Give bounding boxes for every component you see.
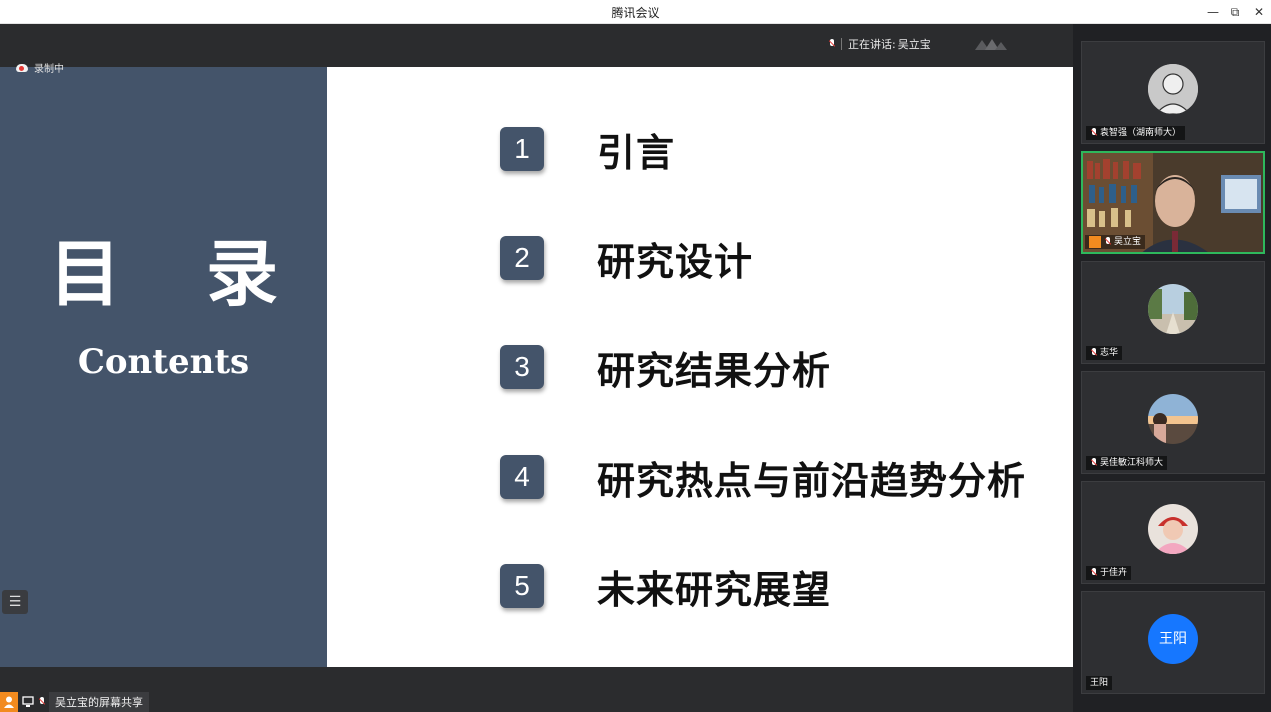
participant-name: 志华 [1100, 348, 1119, 358]
host-user-icon [0, 692, 18, 712]
participant-tile[interactable]: 于佳卉 [1081, 481, 1265, 584]
toc-label: 引言 [597, 130, 676, 175]
toc-item: 2 研究设计 [500, 234, 753, 284]
minimize-icon[interactable]: — [1204, 3, 1222, 21]
shared-slide: 目 录 Contents 1 引言 2 研究设计 3 研究结果分析 4 研究热点… [0, 67, 1073, 667]
mic-icon [1104, 237, 1111, 247]
cloud-record-icon [16, 63, 28, 72]
slide-sidebar: 目 录 Contents [0, 67, 327, 667]
mic-muted-icon [1090, 128, 1097, 138]
participant-name-tag: 于佳卉 [1086, 566, 1132, 580]
participant-name: 袁智强（湖南师大） [1100, 128, 1182, 138]
toc-label: 研究热点与前沿趋势分析 [597, 458, 1027, 503]
recording-indicator[interactable]: 录制中 [16, 60, 64, 75]
share-label: 吴立宝的屏幕共享 [49, 692, 149, 712]
list-menu-icon[interactable]: ☰ [2, 590, 28, 614]
initials-avatar: 王阳 [1148, 614, 1198, 664]
pink-photo-avatar [1148, 504, 1198, 554]
toc-number: 1 [500, 127, 544, 171]
toc-item: 5 未来研究展望 [500, 562, 831, 612]
slide-subtitle: Contents [77, 342, 250, 382]
toc-number: 4 [500, 455, 544, 499]
logo-icon [974, 39, 1007, 50]
participant-tile[interactable]: 袁智强（湖南师大） [1081, 41, 1265, 144]
street-photo-avatar [1148, 284, 1198, 334]
mic-muted-icon [1090, 568, 1097, 578]
toc-label: 研究结果分析 [597, 348, 832, 393]
mic-muted-icon [828, 39, 835, 49]
speaking-indicator: 正在讲话: 吴立宝 [828, 36, 1009, 52]
close-icon[interactable]: ✕ [1250, 3, 1268, 21]
participant-name-tag: 吴佳敏江科师大 [1086, 456, 1168, 470]
participant-tile[interactable]: 志华 [1081, 261, 1265, 364]
sunset-photo-avatar [1148, 394, 1198, 444]
screen-share-icon [22, 696, 34, 707]
divider [841, 38, 842, 50]
mic-muted-icon [1090, 458, 1097, 468]
toc-item: 3 研究结果分析 [500, 343, 831, 393]
speaker-name: 吴立宝 [897, 38, 931, 51]
toc-item: 4 研究热点与前沿趋势分析 [500, 453, 1026, 503]
toc-item: 1 引言 [500, 125, 675, 175]
restore-icon[interactable]: ⧉ [1226, 3, 1244, 21]
screen-share-area: 正在讲话: 吴立宝 录制中 目 录 Contents 1 引言 2 研究设计 3… [0, 24, 1073, 712]
speaking-label: 正在讲话: [848, 38, 896, 51]
window-title: 腾讯会议 [611, 6, 660, 20]
toc-number: 2 [500, 236, 544, 280]
mic-muted-icon [1090, 348, 1097, 358]
share-status-bar: 吴立宝的屏幕共享 [0, 692, 149, 712]
participant-name: 吴佳敏江科师大 [1100, 458, 1164, 468]
slide-title: 目 录 [48, 232, 309, 316]
participant-name-tag: 袁智强（湖南师大） [1086, 126, 1186, 140]
participant-name-tag: 志华 [1086, 346, 1123, 360]
host-user-icon [1089, 236, 1101, 248]
participant-name: 王阳 [1090, 678, 1109, 688]
sketch-avatar [1148, 64, 1198, 114]
toc-number: 5 [500, 564, 544, 608]
participant-tile-active[interactable]: 吴立宝 [1081, 151, 1265, 254]
participant-name: 吴立宝 [1114, 237, 1142, 247]
toc-number: 3 [500, 345, 544, 389]
toc-label: 未来研究展望 [597, 567, 832, 612]
title-bar: 腾讯会议 — ⧉ ✕ [0, 0, 1271, 24]
mic-icon [38, 697, 45, 707]
toc-label: 研究设计 [597, 239, 754, 284]
participant-tile[interactable]: 王阳 王阳 [1081, 591, 1265, 694]
recording-label: 录制中 [34, 64, 64, 75]
participant-tile[interactable]: 吴佳敏江科师大 [1081, 371, 1265, 474]
participant-name-tag: 吴立宝 [1085, 235, 1146, 249]
participant-name: 于佳卉 [1100, 568, 1128, 578]
participant-panel: 袁智强（湖南师大） 吴立宝 志华 吴佳敏江科师大 于佳卉 王阳 王阳 [1073, 24, 1271, 712]
participant-name-tag: 王阳 [1086, 676, 1113, 690]
